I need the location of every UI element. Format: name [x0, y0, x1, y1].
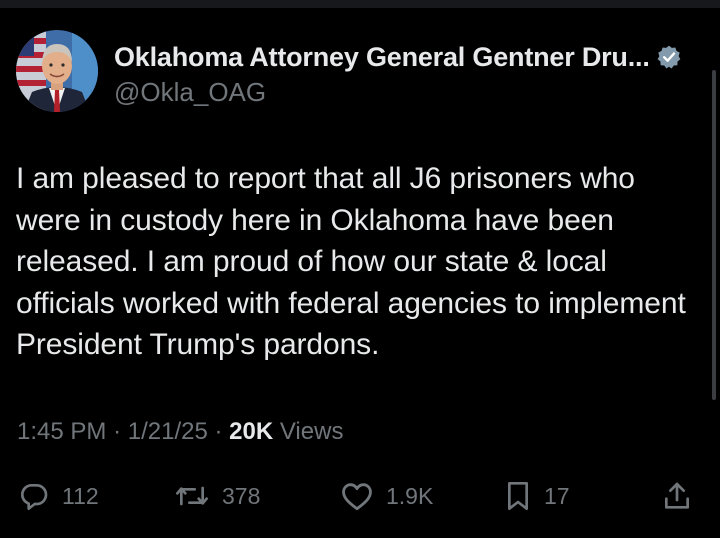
repost-count: 378: [222, 482, 261, 509]
bookmark-icon: [504, 480, 532, 512]
repost-icon: [174, 480, 210, 512]
like-count: 1.9K: [386, 482, 434, 509]
tweet-meta: 1:45 PM · 1/21/25 · 20K Views: [17, 418, 343, 446]
reply-icon: [18, 480, 50, 512]
bookmark-button[interactable]: 17: [504, 474, 570, 518]
user-handle[interactable]: @Okla_OAG: [114, 76, 704, 108]
tweet-text: I am pleased to report that all J6 priso…: [16, 162, 686, 361]
views-count[interactable]: 20K: [229, 418, 273, 445]
action-bar: 112 378 1.9K 17: [0, 474, 720, 518]
verified-badge-icon[interactable]: [656, 44, 682, 70]
scrollbar[interactable]: [712, 70, 716, 400]
share-button[interactable]: [662, 474, 692, 518]
avatar[interactable]: [16, 30, 98, 112]
tweet-date[interactable]: 1/21/25: [128, 418, 208, 445]
heart-icon: [340, 480, 374, 512]
top-edge: [0, 0, 720, 8]
display-name-row: Oklahoma Attorney General Gentner Dru...: [114, 40, 704, 74]
repost-button[interactable]: 378: [174, 474, 260, 518]
like-button[interactable]: 1.9K: [340, 474, 433, 518]
tweet-header: Oklahoma Attorney General Gentner Dru...…: [16, 30, 706, 114]
tweet-time[interactable]: 1:45 PM: [17, 418, 106, 445]
reply-count: 112: [62, 482, 99, 509]
reply-button[interactable]: 112: [18, 474, 99, 518]
meta-separator: ·: [214, 418, 223, 445]
profile-photo-avatar: [16, 30, 98, 112]
author-names: Oklahoma Attorney General Gentner Dru...…: [114, 40, 704, 108]
display-name[interactable]: Oklahoma Attorney General Gentner Dru...: [114, 42, 650, 73]
meta-separator: ·: [113, 418, 122, 445]
share-icon: [662, 480, 692, 512]
views-label: Views: [279, 418, 344, 445]
bookmark-count: 17: [544, 482, 570, 509]
